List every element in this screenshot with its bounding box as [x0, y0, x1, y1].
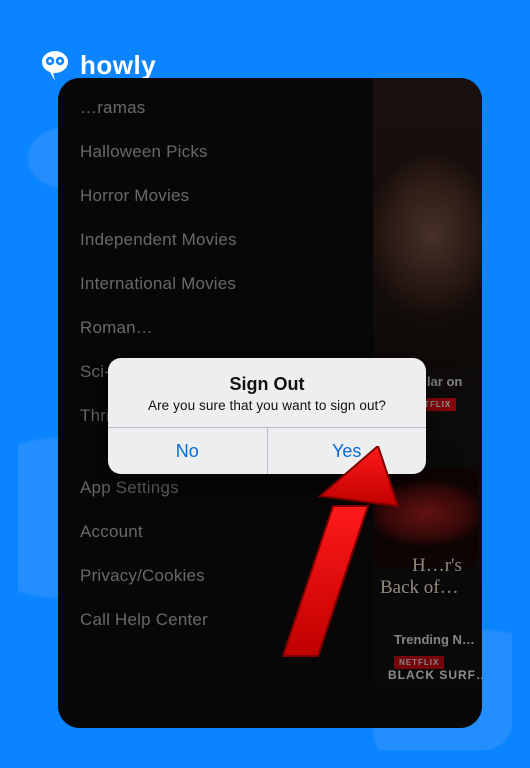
- menu-item[interactable]: Account: [58, 510, 373, 554]
- dialog-title: Sign Out: [128, 374, 406, 395]
- content-title: BLACK SURF…: [388, 668, 482, 682]
- thumb-overlay-text: H…r's: [412, 556, 462, 575]
- section-label-row: Trending N…: [394, 632, 475, 647]
- menu-item[interactable]: Privacy/Cookies: [58, 554, 373, 598]
- menu-item[interactable]: Horror Movies: [58, 174, 373, 218]
- brand-name: howly: [80, 50, 156, 81]
- owl-icon: [38, 48, 72, 82]
- menu-item[interactable]: …ramas: [58, 86, 373, 130]
- section-label: Trending N…: [394, 632, 475, 647]
- thumb-overlay-text: Back of…: [380, 578, 459, 597]
- menu-item[interactable]: Independent Movies: [58, 218, 373, 262]
- phone-screenshot: …ular on NETFLIX H…r's Back of… Trending…: [58, 78, 482, 728]
- branded-card: howly …ular on NETFLIX H…r's Back of… Tr…: [18, 18, 512, 750]
- menu-item[interactable]: Call Help Center: [58, 598, 373, 642]
- dialog-actions: No Yes: [108, 428, 426, 474]
- howly-logo: howly: [38, 48, 156, 82]
- content-poster: [370, 78, 482, 368]
- yes-button[interactable]: Yes: [268, 428, 427, 474]
- menu-item[interactable]: Roman…: [58, 306, 373, 350]
- content-thumb: [374, 468, 478, 568]
- menu-item[interactable]: International Movies: [58, 262, 373, 306]
- dialog-header: Sign Out Are you sure that you want to s…: [108, 358, 426, 427]
- dialog-message: Are you sure that you want to sign out?: [128, 398, 406, 413]
- no-button[interactable]: No: [108, 428, 267, 474]
- sign-out-dialog: Sign Out Are you sure that you want to s…: [108, 358, 426, 474]
- menu-item[interactable]: Halloween Picks: [58, 130, 373, 174]
